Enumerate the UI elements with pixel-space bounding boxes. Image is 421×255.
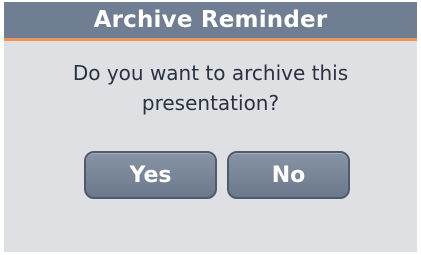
dialog-message-line-2: presentation?: [141, 91, 280, 115]
dialog-message: Do you want to archive this presentation…: [4, 58, 417, 118]
no-button-label: No: [271, 162, 306, 188]
no-button[interactable]: No: [227, 151, 350, 199]
yes-button[interactable]: Yes: [84, 151, 217, 199]
dialog-title-bar: Archive Reminder: [4, 2, 417, 41]
yes-button-label: Yes: [129, 162, 172, 188]
archive-reminder-dialog: Archive Reminder Do you want to archive …: [4, 2, 417, 252]
dialog-message-line-1: Do you want to archive this: [72, 61, 349, 85]
dialog-title: Archive Reminder: [93, 6, 328, 33]
